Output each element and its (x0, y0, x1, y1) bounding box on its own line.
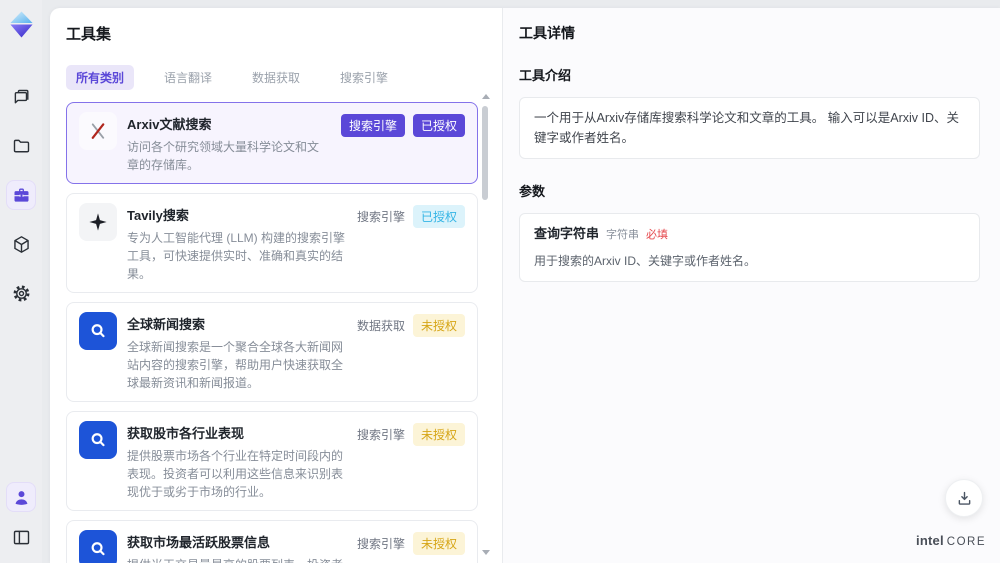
auth-status-badge: 已授权 (412, 114, 465, 137)
tool-description: 提供股票市场各个行业在特定时间段内的表现。投资者可以利用这些信息来识别表现优于或… (127, 449, 344, 499)
tab-data-fetch[interactable]: 数据获取 (242, 65, 310, 90)
list-scrollbar[interactable] (481, 94, 490, 555)
category-label: 搜索引擎 (356, 537, 405, 551)
scrollbar-thumb[interactable] (482, 106, 488, 200)
category-label: 搜索引擎 (356, 428, 405, 442)
tool-card-global-news[interactable]: 全球新闻搜索 全球新闻搜索是一个聚合全球各大新闻网站内容的搜索引擎，帮助用户快速… (66, 302, 478, 402)
auth-status-badge: 未授权 (412, 423, 465, 446)
intel-core-logo: intel CORE (916, 533, 986, 548)
auth-status-badge: 未授权 (412, 314, 465, 337)
tool-name: 全球新闻搜索 (127, 317, 206, 332)
search-icon (79, 312, 117, 350)
param-required-badge: 必填 (646, 229, 669, 241)
tool-card-arxiv[interactable]: Arxiv文献搜索 访问各个研究领域大量科学论文和文章的存储库。 搜索引擎 已授… (66, 102, 478, 184)
rail-bottom (7, 483, 35, 551)
auth-status-badge: 未授权 (412, 532, 465, 555)
layout-panel-icon[interactable] (7, 523, 35, 551)
tool-list-panel: 工具集 所有类别 语言翻译 数据获取 搜索引擎 Arxiv文献搜索 访问各个研究… (50, 8, 502, 563)
main-content: 工具集 所有类别 语言翻译 数据获取 搜索引擎 Arxiv文献搜索 访问各个研究… (50, 8, 1000, 563)
params-heading: 参数 (519, 184, 546, 199)
scroll-up-arrow-icon[interactable] (482, 94, 490, 99)
tool-name: 获取市场最活跃股票信息 (127, 535, 271, 550)
app-logo-gem-icon[interactable] (8, 10, 35, 39)
detail-title: 工具详情 (519, 25, 575, 41)
category-label: 数据获取 (356, 319, 405, 333)
cube-icon[interactable] (7, 230, 35, 258)
tool-description: 全球新闻搜索是一个聚合全球各大新闻网站内容的搜索引擎，帮助用户快速获取全球最新资… (127, 340, 344, 390)
chat-icon[interactable] (7, 83, 35, 111)
auth-status-badge: 已授权 (412, 205, 465, 228)
settings-icon[interactable] (7, 279, 35, 307)
search-icon (79, 421, 117, 459)
left-rail (0, 0, 42, 563)
scroll-down-arrow-icon[interactable] (482, 550, 490, 555)
tab-all-categories[interactable]: 所有类别 (66, 65, 135, 90)
category-badge: 搜索引擎 (340, 114, 405, 137)
tool-name: Tavily搜索 (127, 208, 189, 223)
download-button[interactable] (945, 479, 983, 517)
toolbox-icon[interactable] (7, 181, 35, 209)
category-tabs: 所有类别 语言翻译 数据获取 搜索引擎 (66, 65, 478, 90)
tool-description: 提供当天交易量最高的股票列表，投资者可以利用这些信息来识别流动性强的股票和潜在的… (127, 556, 347, 563)
tool-description: 专为人工智能代理 (LLM) 构建的搜索引擎工具，可快速提供实时、准确和真实的结… (127, 231, 346, 281)
intro-heading: 工具介绍 (519, 68, 572, 83)
tab-language-translation[interactable]: 语言翻译 (154, 65, 222, 90)
rail-nav (7, 83, 35, 307)
tool-list: Arxiv文献搜索 访问各个研究领域大量科学论文和文章的存储库。 搜索引擎 已授… (66, 102, 478, 563)
param-name: 查询字符串 (534, 226, 600, 241)
brand-secondary: CORE (946, 536, 986, 548)
sparkle-star-icon (79, 203, 117, 241)
folder-icon[interactable] (7, 132, 35, 160)
app-window: 工具集 所有类别 语言翻译 数据获取 搜索引擎 Arxiv文献搜索 访问各个研究… (0, 0, 1000, 563)
arxiv-logo-icon (79, 112, 117, 150)
tool-detail-panel: 工具详情 工具介绍 一个用于从Arxiv存储库搜索科学论文和文章的工具。 输入可… (502, 8, 1000, 563)
tab-search-engine[interactable]: 搜索引擎 (330, 65, 398, 90)
tool-card-active-stocks[interactable]: 获取市场最活跃股票信息 提供当天交易量最高的股票列表，投资者可以利用这些信息来识… (66, 520, 478, 563)
category-label: 搜索引擎 (356, 210, 405, 224)
tool-card-tavily[interactable]: Tavily搜索 专为人工智能代理 (LLM) 构建的搜索引擎工具，可快速提供实… (66, 193, 478, 293)
page-title: 工具集 (66, 26, 112, 43)
download-icon (958, 491, 970, 505)
param-description: 用于搜索的Arxiv ID、关键字或作者姓名。 (534, 253, 757, 268)
param-card: 查询字符串 字符串 必填 用于搜索的Arxiv ID、关键字或作者姓名。 (519, 213, 980, 282)
brand-primary: intel (916, 533, 944, 548)
tool-intro-text: 一个用于从Arxiv存储库搜索科学论文和文章的工具。 输入可以是Arxiv ID… (534, 111, 960, 145)
tool-description: 访问各个研究领域大量科学论文和文章的存储库。 (127, 140, 320, 172)
tool-name: Arxiv文献搜索 (127, 117, 212, 132)
user-icon[interactable] (7, 483, 35, 511)
search-icon (79, 530, 117, 563)
tool-name: 获取股市各行业表现 (127, 426, 245, 441)
param-type: 字符串 (606, 229, 640, 241)
tool-card-stock-sectors[interactable]: 获取股市各行业表现 提供股票市场各个行业在特定时间段内的表现。投资者可以利用这些… (66, 411, 478, 511)
tool-intro-card: 一个用于从Arxiv存储库搜索科学论文和文章的工具。 输入可以是Arxiv ID… (519, 97, 980, 159)
